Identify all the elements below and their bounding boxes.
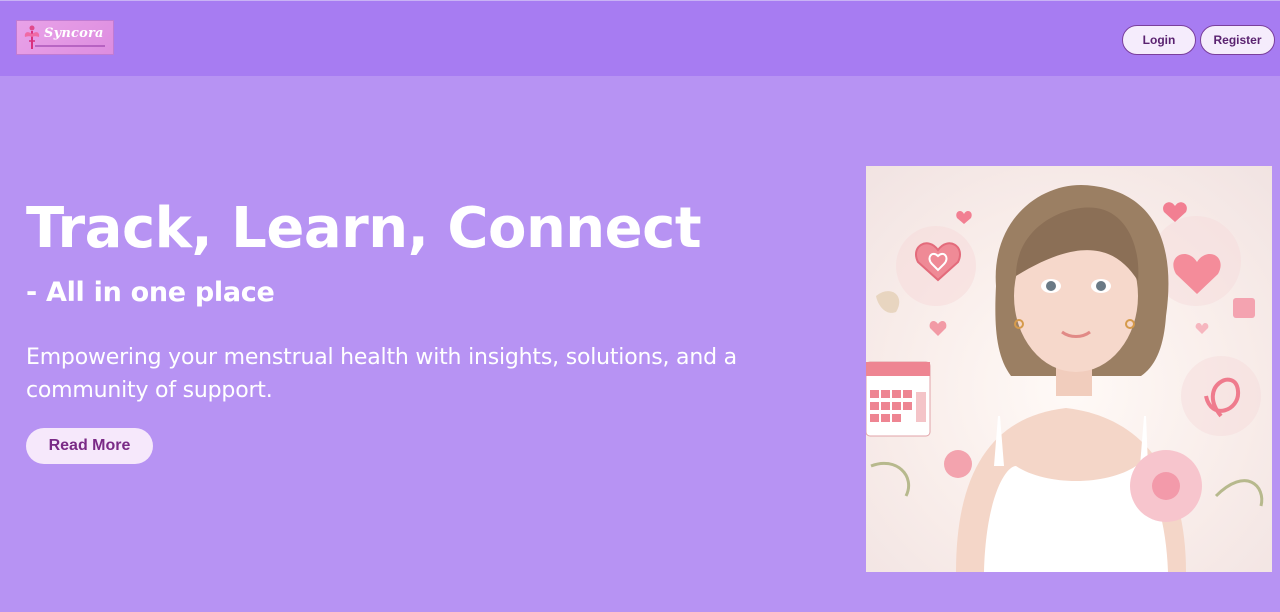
angel-logo-icon bbox=[24, 25, 40, 49]
brand-name: Syncora bbox=[44, 26, 104, 41]
calendar-icon bbox=[866, 361, 931, 437]
hero-illustration bbox=[866, 166, 1272, 572]
woman-illustration bbox=[866, 184, 1264, 572]
register-button[interactable]: Register bbox=[1200, 25, 1275, 55]
read-more-button[interactable]: Read More bbox=[26, 428, 153, 464]
brand-logo[interactable]: Syncora bbox=[16, 20, 114, 55]
hero-subtitle: - All in one place bbox=[26, 277, 275, 308]
brand-tagline-mark bbox=[35, 45, 105, 47]
hero-title: Track, Learn, Connect bbox=[26, 196, 702, 261]
hero-description: Empowering your menstrual health with in… bbox=[26, 345, 737, 403]
navbar: Syncora Login Register bbox=[0, 0, 1280, 76]
login-button[interactable]: Login bbox=[1122, 25, 1196, 55]
